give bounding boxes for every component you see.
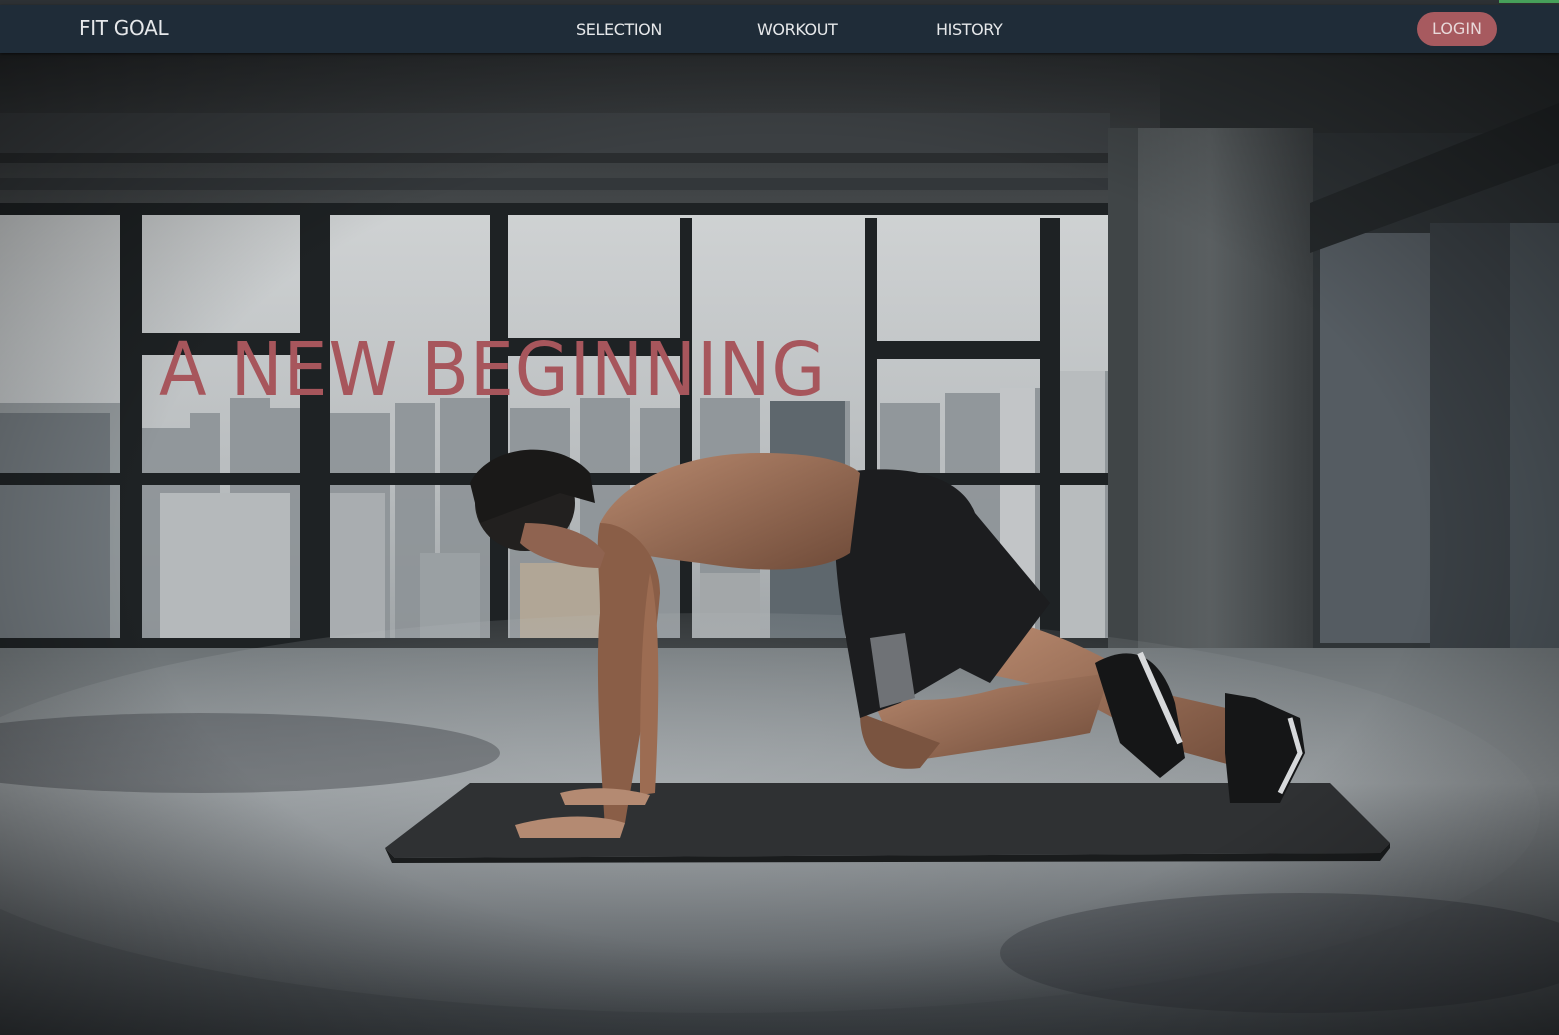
hero-title: A NEW BEGINNING (159, 326, 827, 413)
hero-section: A NEW BEGINNING (0, 53, 1559, 1035)
nav-link-workout[interactable]: WORKOUT (757, 20, 838, 39)
navbar: FIT GOAL SELECTION WORKOUT HISTORY LOGIN (0, 5, 1559, 53)
login-button[interactable]: LOGIN (1417, 12, 1497, 46)
nav-link-history[interactable]: HISTORY (936, 20, 1003, 39)
hero-background-image (0, 53, 1559, 1035)
nav-link-selection[interactable]: SELECTION (576, 20, 662, 39)
browser-accent-strip (1499, 0, 1559, 3)
brand-logo[interactable]: FIT GOAL (79, 16, 169, 40)
